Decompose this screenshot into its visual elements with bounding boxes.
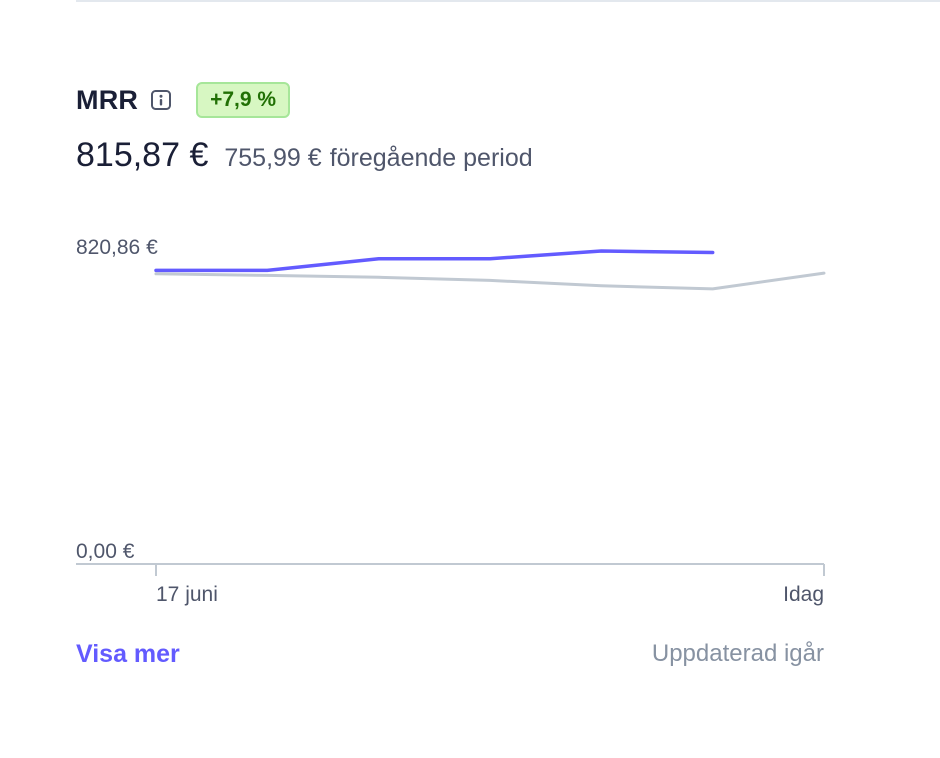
x-start-label: 17 juni <box>156 583 218 606</box>
series-line-previous <box>154 271 826 291</box>
card-footer: Visa mer Uppdaterad igår <box>76 634 824 674</box>
y-max-label: 820,86 € <box>76 236 158 259</box>
show-more-link[interactable]: Visa mer <box>76 640 180 669</box>
y-min-label: 0,00 € <box>76 540 135 563</box>
updated-text: Uppdaterad igår <box>651 640 824 667</box>
x-end-label: Idag <box>783 583 824 606</box>
series-line-current <box>154 249 715 273</box>
series-layer <box>154 249 826 291</box>
